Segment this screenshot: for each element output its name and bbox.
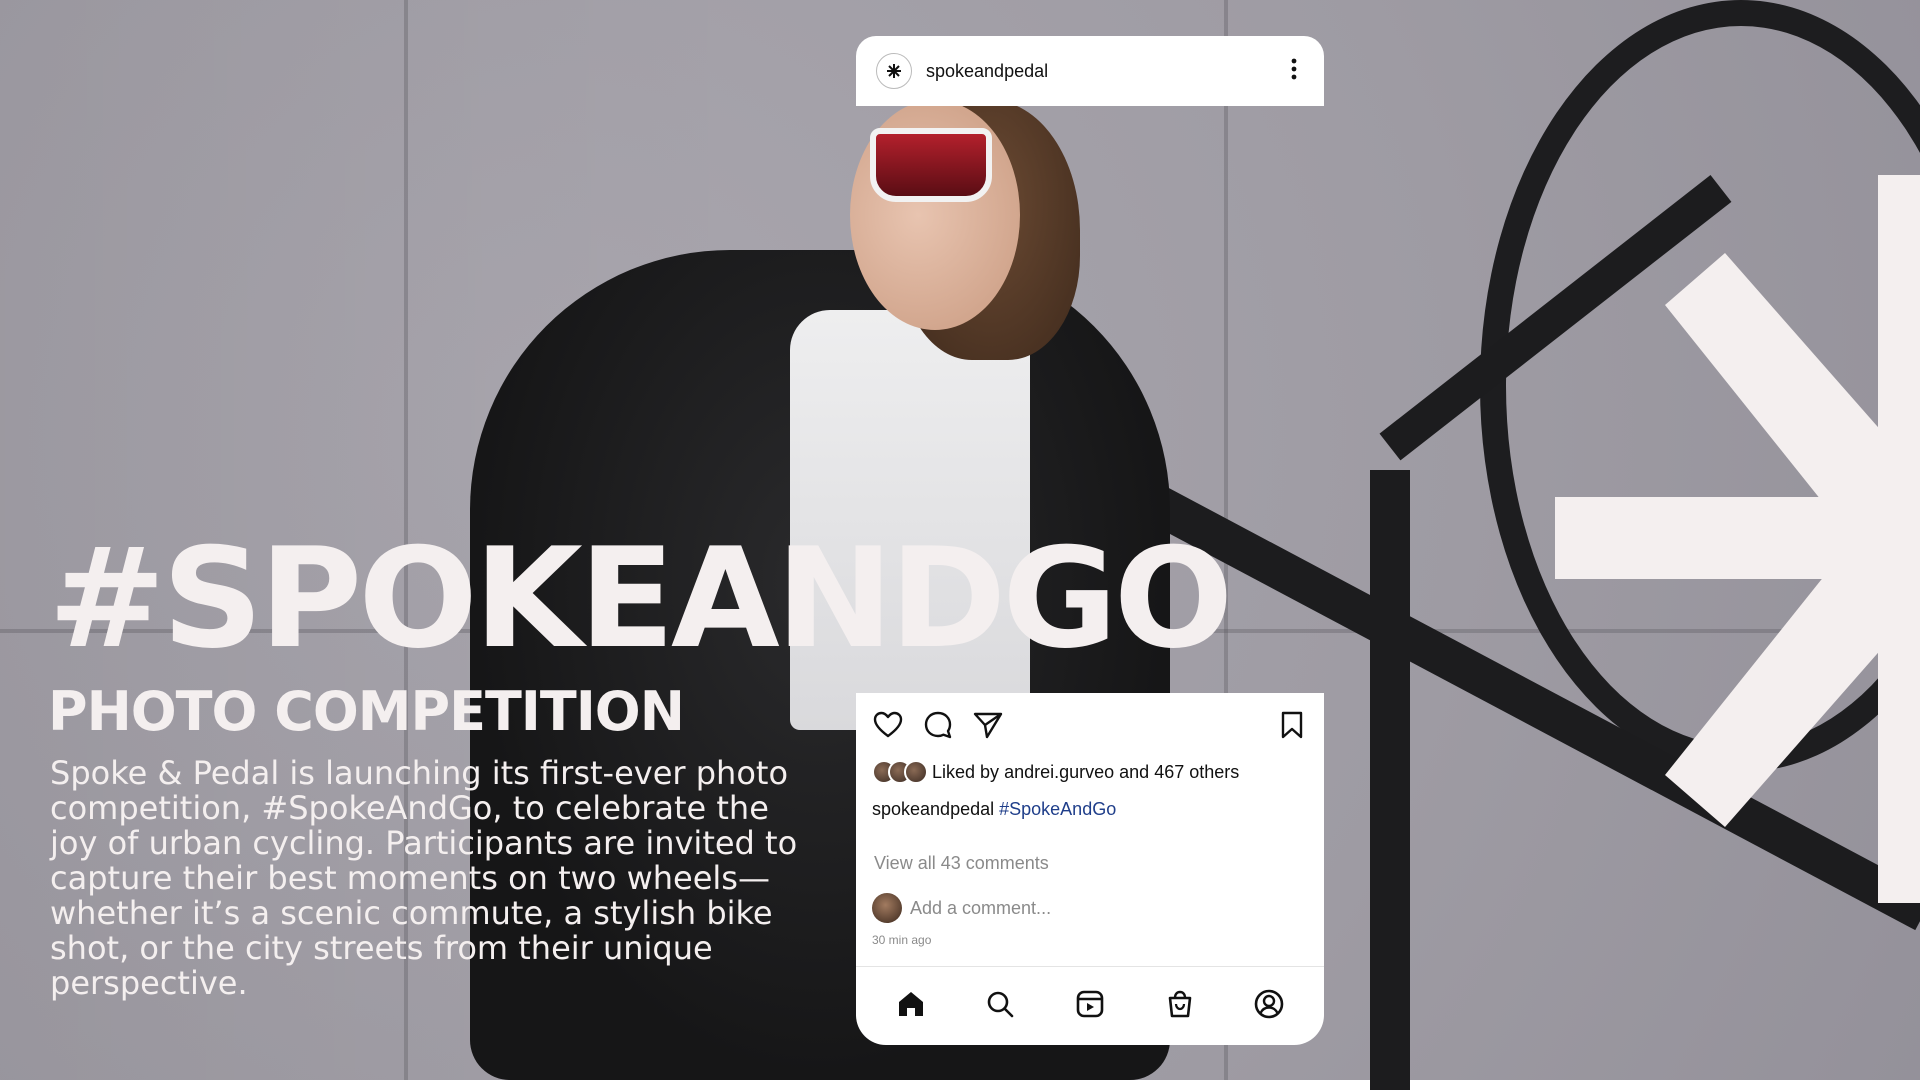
add-comment-row[interactable]: Add a comment... — [872, 893, 1051, 923]
body-copy: Spoke & Pedal is launching its first-eve… — [50, 754, 798, 1002]
liked-by-user[interactable]: andrei.gurveo — [1004, 762, 1114, 783]
caption-hashtag[interactable]: #SpokeAndGo — [999, 799, 1116, 819]
liked-by-and: and — [1119, 761, 1150, 782]
search-icon[interactable] — [984, 988, 1016, 1020]
post-header: spokeandpedal — [856, 36, 1324, 106]
share-icon[interactable] — [972, 709, 1004, 741]
brand-asterisk-icon — [1555, 253, 1920, 827]
add-comment-input[interactable]: Add a comment... — [910, 898, 1051, 919]
divider — [856, 966, 1324, 967]
bottom-nav — [856, 979, 1324, 1029]
home-icon[interactable] — [895, 988, 927, 1020]
liker-avatars — [872, 760, 928, 784]
profile-icon[interactable] — [1253, 988, 1285, 1020]
reels-icon[interactable] — [1074, 988, 1106, 1020]
liker-avatar — [904, 760, 928, 784]
brand-logo-icon — [887, 64, 901, 78]
headline: #SPOKEANDGO — [48, 518, 1233, 679]
bike-seat-tube — [1370, 470, 1410, 1090]
shop-icon[interactable] — [1164, 988, 1196, 1020]
brand-vertical-bar — [1878, 175, 1920, 903]
subheadline: PHOTO COMPETITION — [48, 680, 685, 743]
sunglasses — [870, 128, 992, 202]
post-timestamp: 30 min ago — [872, 933, 932, 947]
account-username[interactable]: spokeandpedal — [926, 61, 1284, 82]
liked-by-others[interactable]: 467 others — [1154, 762, 1239, 783]
heart-icon[interactable] — [872, 709, 904, 741]
post-card: Liked by andrei.gurveo and 467 others sp… — [856, 693, 1324, 1045]
comment-icon[interactable] — [922, 709, 954, 741]
bookmark-icon[interactable] — [1276, 709, 1308, 741]
post-caption: spokeandpedal #SpokeAndGo — [872, 799, 1116, 820]
likes-line: Liked by andrei.gurveo and 467 others — [872, 759, 1314, 785]
caption-username[interactable]: spokeandpedal — [872, 799, 994, 819]
liked-by-prefix: Liked by — [932, 761, 1000, 782]
more-vertical-icon[interactable] — [1284, 57, 1304, 85]
account-avatar[interactable] — [876, 53, 912, 89]
view-comments-link[interactable]: View all 43 comments — [874, 853, 1049, 874]
current-user-avatar — [872, 893, 902, 923]
post-actions — [872, 709, 1308, 745]
